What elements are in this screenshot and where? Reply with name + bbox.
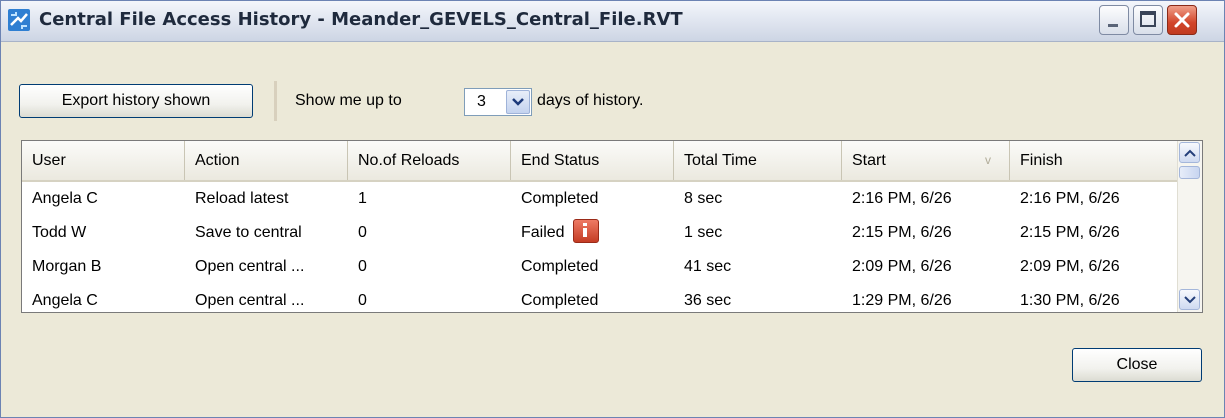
cell-status: Failed [511, 216, 599, 250]
cell-start: 2:16 PM, 6/26 [852, 190, 952, 207]
cell-action: Open central ... [195, 258, 305, 275]
cell-user: Angela C [32, 292, 98, 309]
chevron-down-icon [512, 98, 524, 106]
cell-action: Save to central [195, 224, 302, 241]
days-suffix-label: days of history. [537, 92, 644, 109]
days-value: 3 [477, 93, 486, 110]
cell-reloads: 0 [358, 292, 367, 309]
column-header-finish[interactable]: Finish [1010, 141, 1178, 180]
column-header-user[interactable]: User [22, 141, 185, 180]
cell-start: 1:29 PM, 6/26 [852, 292, 952, 309]
cell-finish: 2:09 PM, 6/26 [1020, 258, 1120, 275]
column-header-reloads[interactable]: No.of Reloads [348, 141, 511, 180]
cell-status: Completed [521, 190, 599, 207]
maximize-icon [1140, 11, 1156, 27]
cell-user: Todd W [32, 224, 87, 241]
cell-user: Morgan B [32, 258, 102, 275]
column-header-end-status[interactable]: End Status [511, 141, 674, 180]
cell-status: Completed [521, 292, 599, 309]
column-header-total-time[interactable]: Total Time [674, 141, 842, 180]
column-header-action[interactable]: Action [185, 141, 348, 180]
history-table[interactable]: User Action No.of Reloads End Status Tot… [21, 140, 1203, 313]
cell-action: Open central ... [195, 292, 305, 309]
scroll-down-button[interactable] [1179, 289, 1200, 310]
cell-start: 2:09 PM, 6/26 [852, 258, 952, 275]
table-header: User Action No.of Reloads End Status Tot… [22, 141, 1178, 182]
minimize-button[interactable] [1099, 5, 1129, 35]
table-row[interactable]: Angela C Open central ... 0 Completed 36… [22, 284, 1178, 312]
chevron-down-icon [1183, 295, 1196, 303]
cell-status: Completed [521, 258, 599, 275]
toolbar-separator [274, 81, 277, 121]
column-header-start[interactable]: Start v [842, 141, 1010, 180]
cell-user: Angela C [32, 190, 98, 207]
chevron-up-icon [1183, 149, 1196, 157]
revit-app-icon [8, 9, 30, 31]
cell-finish: 2:15 PM, 6/26 [1020, 224, 1120, 241]
sort-indicator: v [985, 153, 991, 167]
minimize-icon [1108, 24, 1118, 27]
close-button[interactable]: Close [1072, 348, 1202, 382]
show-me-label: Show me up to [295, 92, 402, 109]
close-window-button[interactable] [1167, 5, 1197, 35]
scroll-up-button[interactable] [1179, 142, 1200, 163]
cell-reloads: 0 [358, 258, 367, 275]
cell-finish: 1:30 PM, 6/26 [1020, 292, 1120, 309]
days-dropdown-button[interactable] [506, 90, 530, 114]
table-row[interactable]: Angela C Reload latest 1 Completed 8 sec… [22, 182, 1178, 216]
cell-reloads: 1 [358, 190, 367, 207]
window-title: Central File Access History - Meander_GE… [39, 9, 683, 30]
table-row[interactable]: Morgan B Open central ... 0 Completed 41… [22, 250, 1178, 284]
title-bar[interactable]: Central File Access History - Meander_GE… [1, 1, 1224, 42]
table-row[interactable]: Todd W Save to central 0 Failed 1 sec 2:… [22, 216, 1178, 250]
days-select[interactable]: 3 [464, 88, 532, 116]
cell-total-time: 1 sec [684, 224, 723, 241]
maximize-button[interactable] [1133, 5, 1163, 35]
cell-start: 2:15 PM, 6/26 [852, 224, 952, 241]
column-header-start-label: Start [852, 152, 886, 169]
cell-reloads: 0 [358, 224, 367, 241]
cell-total-time: 8 sec [684, 190, 723, 207]
cell-total-time: 36 sec [684, 292, 732, 309]
close-icon [1174, 12, 1190, 28]
cell-status-label: Failed [521, 224, 565, 241]
history-window: Central File Access History - Meander_GE… [0, 0, 1225, 418]
cell-action: Reload latest [195, 190, 289, 207]
info-icon[interactable] [572, 218, 599, 243]
vertical-scrollbar[interactable] [1177, 141, 1202, 312]
scroll-thumb[interactable] [1179, 166, 1200, 179]
export-history-button[interactable]: Export history shown [19, 84, 253, 118]
cell-finish: 2:16 PM, 6/26 [1020, 190, 1120, 207]
cell-total-time: 41 sec [684, 258, 732, 275]
